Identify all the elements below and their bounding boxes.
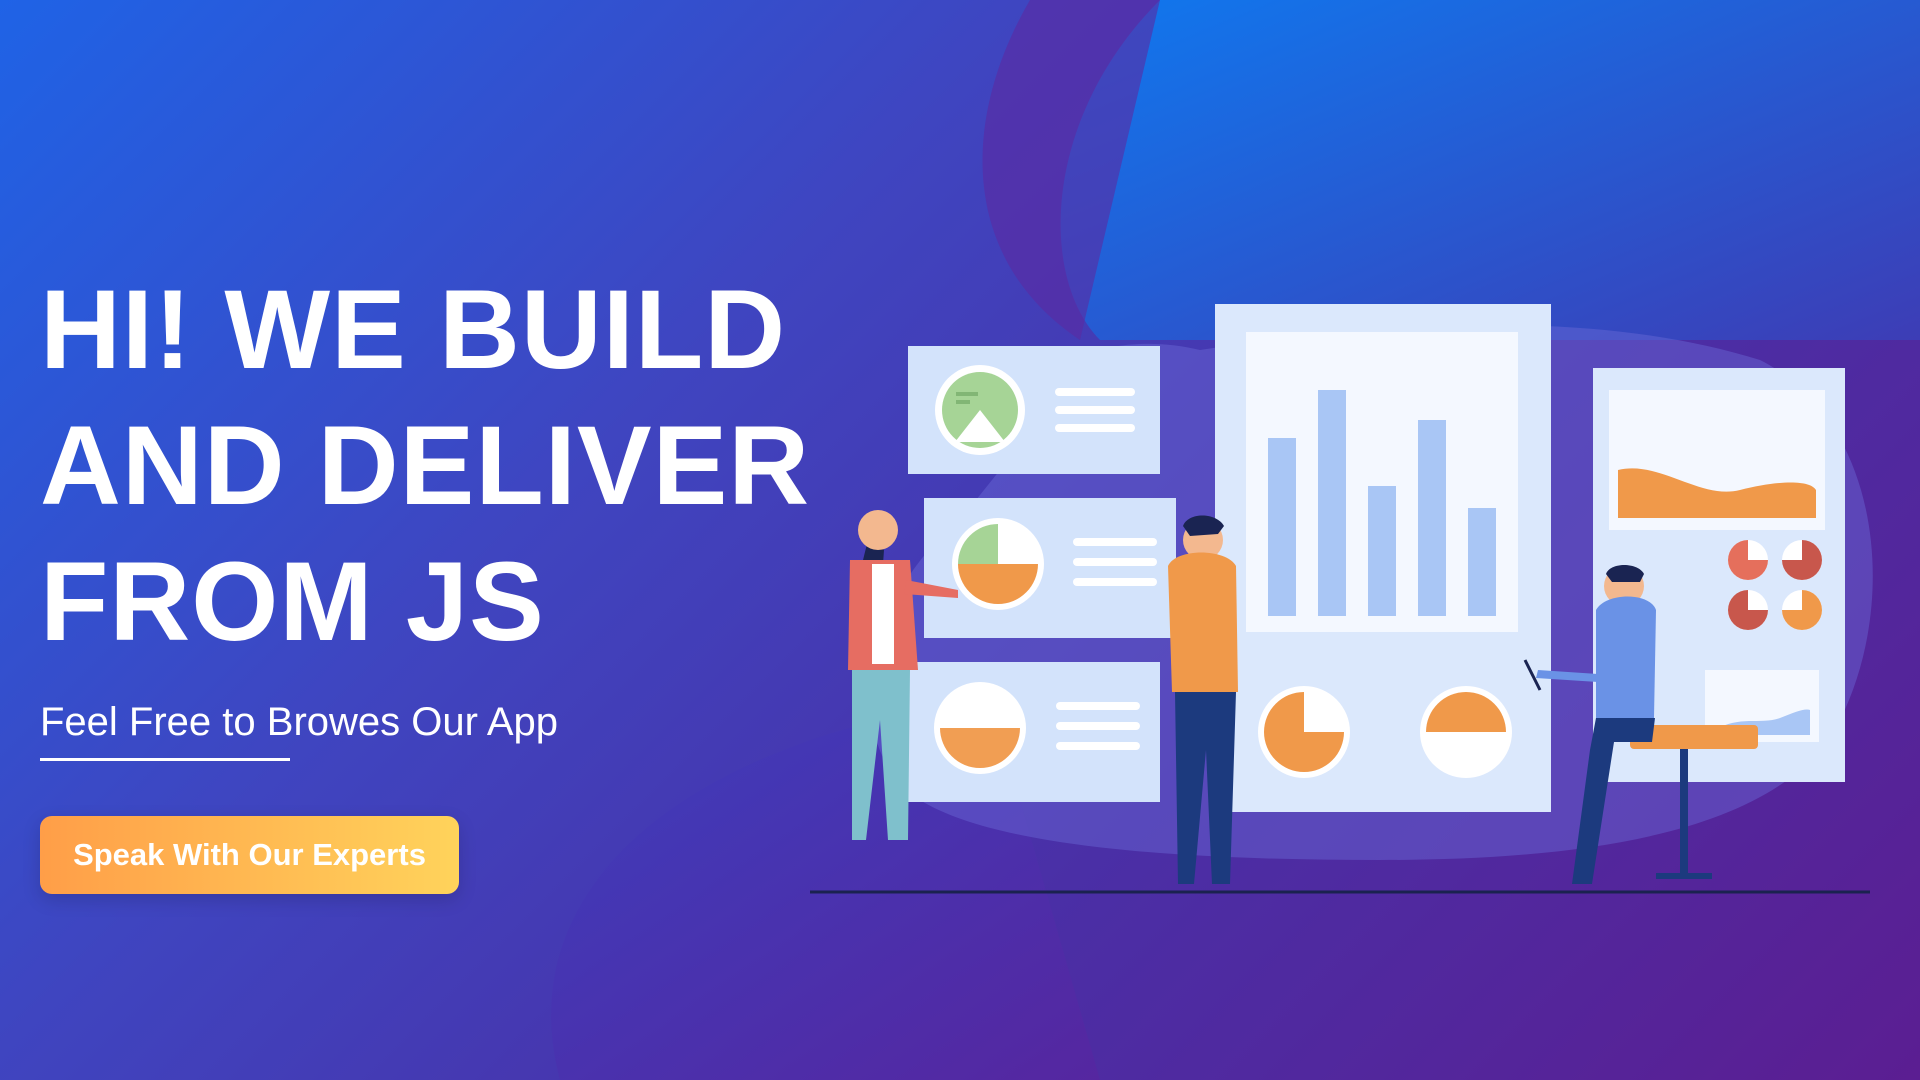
headline-line-1: HI! WE BUILD: [40, 267, 787, 392]
dashboard-illustration: [810, 304, 1870, 894]
panel-bottom-left: [908, 662, 1160, 802]
subtitle: Feel Free to Browes Our App: [40, 700, 559, 744]
hero-section: HI! WE BUILD AND DELIVER FROM JS Feel Fr…: [40, 262, 811, 761]
man-figure: [1168, 515, 1238, 884]
headline-line-3: FROM JS: [40, 539, 545, 664]
panel-middle-left: [924, 498, 1176, 638]
panel-center-bar-chart: [1215, 304, 1551, 812]
speak-with-experts-button[interactable]: Speak With Our Experts: [40, 816, 459, 894]
headline-line-2: AND DELIVER: [40, 403, 811, 528]
subtitle-underline: [40, 758, 290, 761]
headline: HI! WE BUILD AND DELIVER FROM JS: [40, 262, 811, 670]
panel-top-left: [908, 346, 1160, 474]
